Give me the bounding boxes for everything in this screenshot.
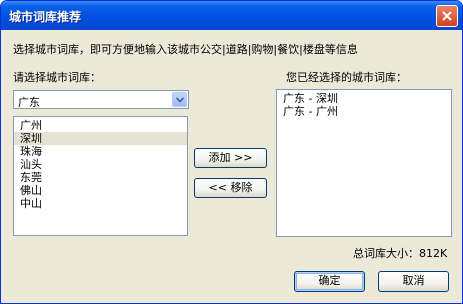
close-button[interactable] xyxy=(436,5,458,27)
selected-city-list[interactable]: 广东 - 深圳 广东 - 广州 xyxy=(276,89,452,237)
ok-button[interactable]: 确定 xyxy=(294,271,365,292)
close-icon xyxy=(442,11,452,21)
remove-button[interactable]: << 移除 xyxy=(194,178,267,198)
total-size-label: 总词库大小： xyxy=(353,247,419,260)
list-item[interactable]: 广东 - 深圳 xyxy=(277,92,451,105)
list-item[interactable]: 东莞 xyxy=(14,171,187,184)
list-item[interactable]: 珠海 xyxy=(14,145,187,158)
right-list-label: 您已经选择的城市词库： xyxy=(286,71,407,84)
list-item[interactable]: 广东 - 广州 xyxy=(277,105,451,118)
add-button[interactable]: 添加 >> xyxy=(194,148,267,168)
dialog-body: 选择城市词库，即可方便地输入该城市公交|道路|购物|餐饮|楼盘等信息 请选择城市… xyxy=(4,30,459,300)
chevron-down-icon xyxy=(176,97,184,103)
list-item[interactable]: 佛山 xyxy=(14,184,187,197)
list-item[interactable]: 汕头 xyxy=(14,158,187,171)
title-bar[interactable]: 城市词库推荐 xyxy=(1,1,462,30)
left-list-label: 请选择城市词库： xyxy=(13,71,101,84)
list-item[interactable]: 中山 xyxy=(14,197,187,210)
city-list[interactable]: 广州 深圳 珠海 汕头 东莞 佛山 中山 xyxy=(13,116,188,236)
window-title: 城市词库推荐 xyxy=(9,10,82,24)
dialog-window: 城市词库推荐 选择城市词库，即可方便地输入该城市公交|道路|购物|餐饮|楼盘等信… xyxy=(0,0,463,304)
description-text: 选择城市词库，即可方便地输入该城市公交|道路|购物|餐饮|楼盘等信息 xyxy=(13,43,358,56)
province-select[interactable]: 广东 xyxy=(13,90,189,109)
list-item-selected[interactable]: 深圳 xyxy=(14,132,187,145)
total-size-value: 812K xyxy=(419,247,448,260)
province-select-value: 广东 xyxy=(18,96,40,109)
cancel-button[interactable]: 取消 xyxy=(378,271,449,292)
dropdown-button[interactable] xyxy=(172,92,187,107)
total-size-info: 总词库大小：812K xyxy=(353,245,447,261)
list-item[interactable]: 广州 xyxy=(14,119,187,132)
